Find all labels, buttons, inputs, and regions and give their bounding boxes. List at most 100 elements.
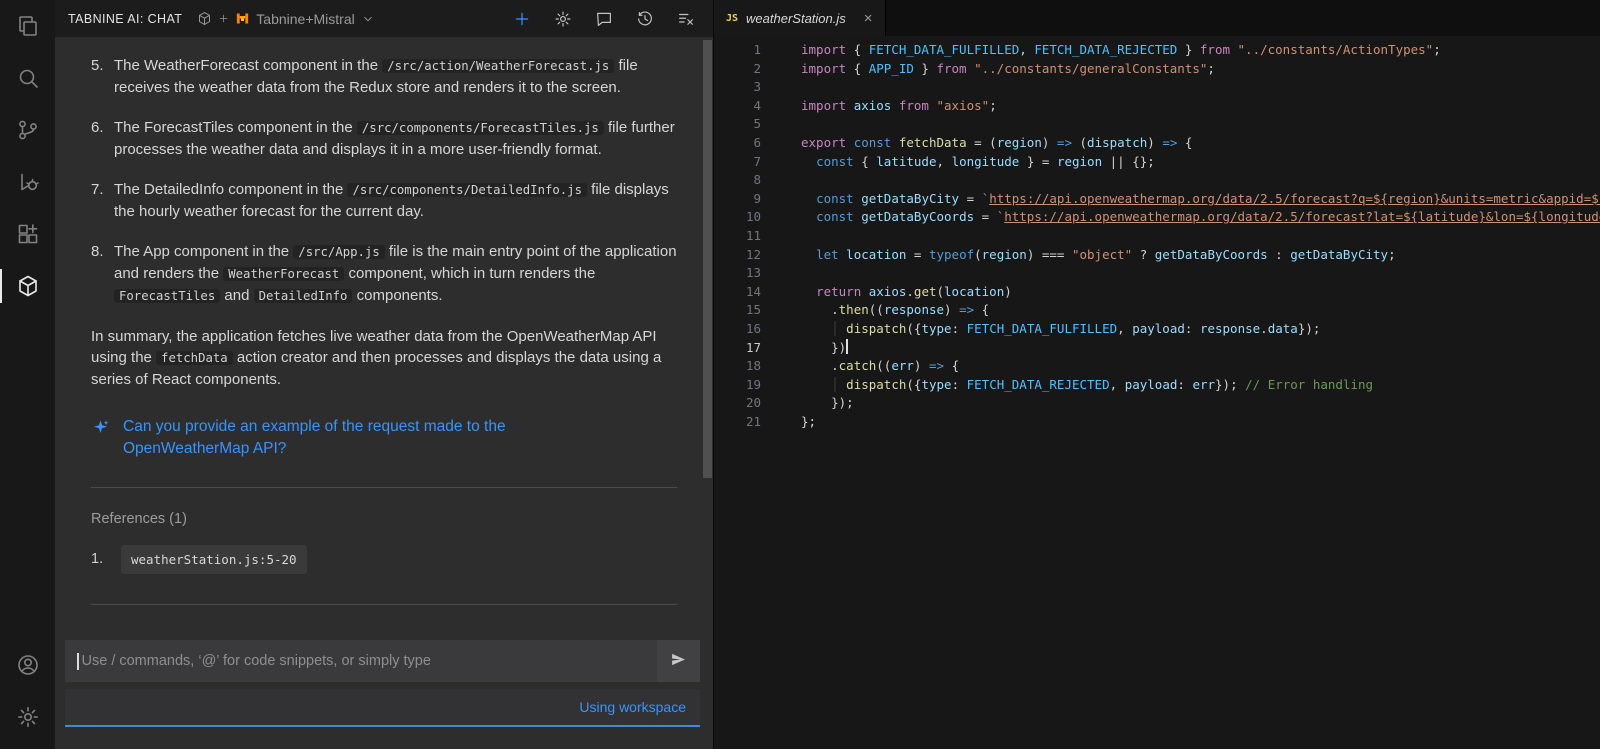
code-text: }); — [761, 394, 1600, 413]
list-number: 8. — [91, 241, 114, 307]
settings-icon[interactable] — [554, 10, 572, 28]
line-number: 12 — [714, 246, 761, 265]
files-icon[interactable] — [0, 0, 55, 52]
line-number: 8 — [714, 171, 761, 190]
line-number: 4 — [714, 97, 761, 116]
inline-code: DetailedInfo — [254, 289, 353, 303]
activity-bar-top — [0, 0, 55, 312]
code-line: 11 — [714, 227, 1600, 246]
line-number: 19 — [714, 376, 761, 395]
using-workspace-link[interactable]: Using workspace — [579, 699, 686, 715]
list-number: 5. — [91, 55, 114, 98]
code-text: │ dispatch({type: FETCH_DATA_FULFILLED, … — [761, 320, 1600, 339]
line-number: 3 — [714, 78, 761, 97]
chat-messages: 5.The WeatherForecast component in the /… — [55, 37, 713, 640]
new-chat-icon[interactable] — [513, 10, 531, 28]
code-line: 6export const fetchData = (region) => (d… — [714, 134, 1600, 153]
code-line: 5 — [714, 115, 1600, 134]
tabnine-logo-icon — [197, 11, 212, 26]
line-number: 1 — [714, 41, 761, 60]
followup-suggestion[interactable]: Can you provide an example of the reques… — [91, 416, 677, 460]
list-item-text: The DetailedInfo component in the /src/c… — [114, 179, 677, 222]
code-text: const getDataByCity = `https://api.openw… — [761, 190, 1600, 209]
code-line: 17 }) — [714, 339, 1600, 358]
search-icon[interactable] — [0, 52, 55, 104]
divider — [91, 604, 677, 605]
mistral-logo-icon — [235, 11, 250, 26]
send-icon — [670, 651, 687, 671]
inline-code: WeatherForecast — [223, 267, 344, 281]
line-number: 16 — [714, 320, 761, 339]
code-text: export const fetchData = (region) => (di… — [761, 134, 1600, 153]
app-window: TABNINE AI: CHAT Tabnine+Mistral 5.The W… — [0, 0, 1600, 749]
code-line: 14 return axios.get(location) — [714, 283, 1600, 302]
code-text: }; — [761, 413, 1600, 432]
reference-number: 1. — [91, 549, 121, 570]
code-line: 8 — [714, 171, 1600, 190]
clear-icon[interactable] — [677, 10, 695, 28]
code-line: 16 │ dispatch({type: FETCH_DATA_FULFILLE… — [714, 320, 1600, 339]
chat-input-area: Using workspace — [55, 640, 713, 749]
summary-paragraph: In summary, the application fetches live… — [91, 326, 677, 390]
account-icon[interactable] — [0, 639, 55, 691]
code-text: import axios from "axios"; — [761, 97, 1600, 116]
inline-code: fetchData — [156, 351, 233, 365]
chat-input[interactable] — [79, 653, 653, 669]
code-line: 3 — [714, 78, 1600, 97]
chat-input-row — [65, 640, 700, 682]
tabnine-icon[interactable] — [0, 260, 55, 312]
code-text: const getDataByCoords = `https://api.ope… — [761, 208, 1600, 227]
inline-code: /src/action/WeatherForecast.js — [382, 59, 614, 73]
code-text: │ dispatch({type: FETCH_DATA_REJECTED, p… — [761, 376, 1600, 395]
code-editor[interactable]: 1import { FETCH_DATA_FULFILLED, FETCH_DA… — [714, 36, 1600, 749]
reference-chip[interactable]: weatherStation.js:5-20 — [121, 545, 307, 574]
code-line: 13 — [714, 264, 1600, 283]
extensions-icon[interactable] — [0, 208, 55, 260]
source-control-icon[interactable] — [0, 104, 55, 156]
code-line: 18 .catch((err) => { — [714, 357, 1600, 376]
history-icon[interactable] — [636, 10, 654, 28]
line-number: 15 — [714, 301, 761, 320]
code-text — [761, 115, 1600, 134]
code-text: .catch((err) => { — [761, 357, 1600, 376]
list-item: 7.The DetailedInfo component in the /src… — [91, 179, 677, 222]
code-line: 12 let location = typeof(region) === "ob… — [714, 246, 1600, 265]
list-item-text: The ForecastTiles component in the /src/… — [114, 117, 677, 160]
code-text — [761, 171, 1600, 190]
line-number: 11 — [714, 227, 761, 246]
close-icon[interactable]: × — [864, 10, 873, 27]
model-selector[interactable]: Tabnine+Mistral — [197, 11, 374, 27]
chat-scrollbar[interactable] — [703, 40, 712, 478]
code-line: 20 }); — [714, 394, 1600, 413]
settings-icon[interactable] — [0, 691, 55, 743]
code-line: 9 const getDataByCity = `https://api.ope… — [714, 190, 1600, 209]
line-number: 2 — [714, 60, 761, 79]
code-text — [761, 78, 1600, 97]
tab-label: weatherStation.js — [746, 11, 846, 26]
editor-cursor — [846, 339, 848, 354]
code-line: 10 const getDataByCoords = `https://api.… — [714, 208, 1600, 227]
list-number: 6. — [91, 117, 114, 160]
list-item: 6.The ForecastTiles component in the /sr… — [91, 117, 677, 160]
code-text: }) — [761, 339, 1600, 358]
run-debug-icon[interactable] — [0, 156, 55, 208]
line-number: 21 — [714, 413, 761, 432]
tab-weatherstation-js[interactable]: JS weatherStation.js × — [714, 0, 886, 36]
tabnine-chat-panel: TABNINE AI: CHAT Tabnine+Mistral 5.The W… — [55, 0, 713, 749]
activity-bar-bottom — [0, 639, 55, 749]
inline-code: /src/App.js — [293, 245, 384, 259]
line-number: 18 — [714, 357, 761, 376]
divider — [91, 487, 677, 488]
line-number: 17 — [714, 339, 761, 358]
followup-question: Can you provide an example of the reques… — [123, 416, 593, 460]
send-button[interactable] — [657, 640, 700, 682]
line-number: 10 — [714, 208, 761, 227]
panel-title: TABNINE AI: CHAT — [68, 12, 182, 26]
line-number: 14 — [714, 283, 761, 302]
sparkle-icon — [91, 418, 110, 437]
comment-icon[interactable] — [595, 10, 613, 28]
code-text: const { latitude, longitude } = region |… — [761, 153, 1600, 172]
list-item: 8.The App component in the /src/App.js f… — [91, 241, 677, 307]
code-editor-panel: JS weatherStation.js × 1import { FETCH_D… — [713, 0, 1600, 749]
reference-item: 1.weatherStation.js:5-20 — [91, 545, 677, 574]
